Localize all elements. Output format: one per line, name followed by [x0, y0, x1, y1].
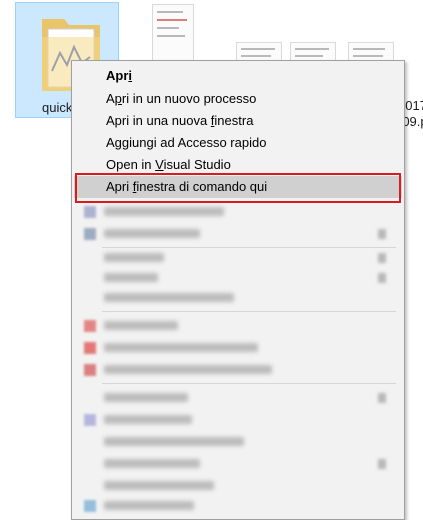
menu-item-open-new-process[interactable]: Apri in un nuovo processo: [74, 88, 402, 110]
menu-separator: [102, 311, 396, 312]
blurred-menu-item[interactable]: [82, 413, 396, 427]
menu-item-label: Apri in un nuovo processo: [106, 91, 257, 106]
blurred-menu-item[interactable]: [82, 341, 396, 355]
blurred-menu-item[interactable]: [82, 227, 396, 241]
blurred-menu-item[interactable]: [82, 319, 396, 333]
blurred-menu-item[interactable]: [82, 363, 396, 377]
menu-item-label: Aggiungi ad Accesso rapido: [106, 135, 267, 150]
menu-item-label: Apri in una nuova finestra: [106, 113, 254, 128]
blurred-menu-item[interactable]: [82, 391, 396, 405]
menu-item-open[interactable]: Apri: [74, 65, 402, 87]
folder-label: quick: [42, 100, 73, 115]
blurred-menu-item[interactable]: [82, 499, 396, 513]
menu-item-label: Open in Visual Studio: [106, 157, 231, 172]
blurred-menu-item[interactable]: [82, 457, 396, 471]
context-menu: Apri Apri in un nuovo processo Apri in u…: [71, 60, 405, 520]
menu-item-label: Apri: [106, 68, 133, 83]
menu-item-add-quick-access[interactable]: Aggiungi ad Accesso rapido: [74, 132, 402, 154]
file-thumbnail[interactable]: [152, 4, 194, 62]
blurred-menu-item[interactable]: [82, 251, 396, 265]
annotation-highlight-frame: [75, 173, 401, 203]
blurred-menu-item[interactable]: [82, 479, 396, 493]
blurred-menu-item[interactable]: [82, 271, 396, 285]
blurred-menu-item[interactable]: [82, 435, 396, 449]
blurred-menu-item[interactable]: [82, 205, 396, 219]
menu-item-open-new-window[interactable]: Apri in una nuova finestra: [74, 110, 402, 132]
blurred-menu-item[interactable]: [82, 291, 396, 305]
menu-separator: [102, 247, 396, 248]
menu-separator: [102, 383, 396, 384]
